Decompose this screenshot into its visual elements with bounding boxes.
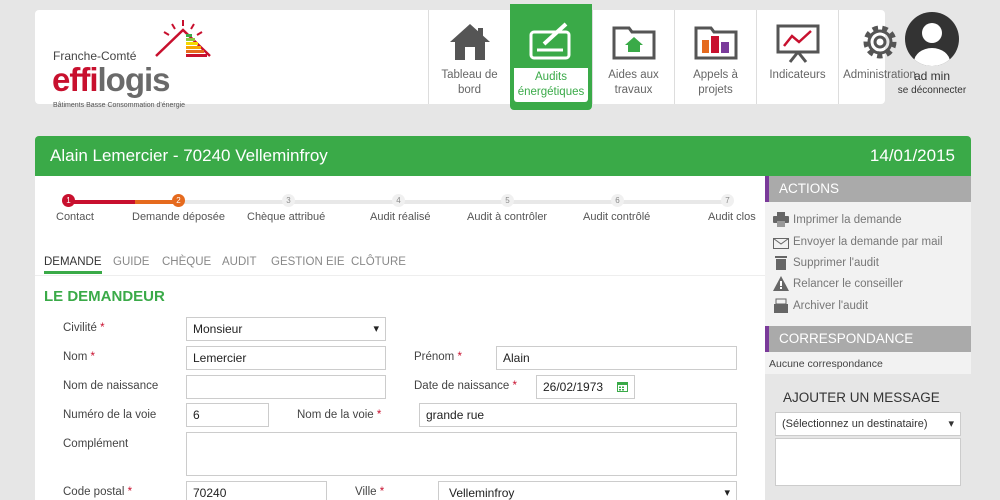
folder-house-icon bbox=[612, 26, 655, 60]
recipient-select[interactable]: (Sélectionnez un destinataire) ▾ bbox=[775, 412, 961, 436]
folder-buildings-icon bbox=[694, 26, 737, 60]
step-label: Audit clos bbox=[708, 211, 756, 223]
step-label: Demande déposée bbox=[132, 211, 225, 223]
step-label: Audit contrôlé bbox=[583, 211, 651, 223]
main-panel: 1 2 3 4 5 6 7 Contact Demande déposée Ch… bbox=[35, 176, 765, 500]
logo-tagline: Bâtiments Basse Consommation d'énergie bbox=[53, 102, 186, 109]
user-silhouette-icon bbox=[914, 23, 950, 66]
audit-banner: Alain Lemercier - 70240 Velleminfroy 14/… bbox=[35, 136, 971, 176]
step-5-dot: 5 bbox=[501, 194, 514, 207]
check-card-icon bbox=[529, 22, 571, 60]
cp-label: Code postal * bbox=[63, 486, 133, 498]
archive-audit-action[interactable]: Archiver l'audit bbox=[773, 298, 868, 313]
section-title: LE DEMANDEUR bbox=[44, 288, 165, 305]
nom-label: Nom * bbox=[63, 351, 95, 363]
chevron-down-icon: ▾ bbox=[948, 418, 954, 430]
num-voie-field[interactable]: 6 bbox=[186, 403, 269, 427]
logout-link[interactable]: se déconnecter bbox=[892, 85, 972, 96]
presentation-chart-icon bbox=[776, 24, 819, 63]
email-request-action[interactable]: Envoyer la demande par mail bbox=[773, 234, 943, 249]
step-label: Audit à contrôler bbox=[467, 211, 548, 223]
warning-icon bbox=[773, 276, 789, 291]
effilogis-logo[interactable]: Franche-Comté effilogis Bâtiments Basse … bbox=[50, 18, 230, 109]
step-4-dot: 4 bbox=[392, 194, 405, 207]
no-correspondence-text: Aucune correspondance bbox=[769, 358, 883, 370]
actions-header: ACTIONS bbox=[765, 176, 971, 202]
civilite-label: Civilité * bbox=[63, 322, 105, 334]
audit-date: 14/01/2015 bbox=[869, 146, 955, 165]
add-message-box: AJOUTER UN MESSAGE (Sélectionnez un dest… bbox=[765, 374, 971, 500]
step-1-dot: 1 bbox=[62, 194, 75, 207]
logo-wordmark: effilogis bbox=[52, 61, 171, 98]
nav-aides-travaux[interactable]: Aides aux travaux bbox=[592, 10, 674, 104]
archive-icon bbox=[774, 298, 788, 313]
delete-audit-action[interactable]: Supprimer l'audit bbox=[773, 255, 879, 270]
step-label: Audit réalisé bbox=[370, 211, 431, 223]
complement-label: Complément bbox=[63, 438, 129, 450]
step-label: Contact bbox=[56, 211, 94, 223]
progress-steps: 1 2 3 4 5 6 7 Contact Demande déposée Ch… bbox=[35, 194, 765, 234]
ville-label: Ville * bbox=[355, 486, 385, 498]
user-menu[interactable]: ad min se déconnecter bbox=[892, 12, 972, 96]
step-2-dot: 2 bbox=[172, 194, 185, 207]
trash-icon bbox=[775, 256, 787, 270]
cp-field[interactable]: 70240 bbox=[186, 481, 327, 500]
correspondance-header: CORRESPONDANCE bbox=[765, 326, 971, 352]
civilite-select[interactable]: Monsieur bbox=[186, 317, 386, 341]
nav-tableau-de-bord[interactable]: Tableau de bord bbox=[428, 10, 510, 104]
nav-indicateurs[interactable]: Indicateurs bbox=[756, 10, 838, 104]
ville-select[interactable]: Velleminfroy bbox=[438, 481, 737, 500]
nom-naissance-field[interactable] bbox=[186, 375, 386, 399]
tab-gestion-eie[interactable]: GESTION EIE bbox=[271, 256, 345, 272]
tab-guide[interactable]: GUIDE bbox=[113, 256, 149, 272]
nom-voie-field[interactable]: grande rue bbox=[419, 403, 737, 427]
side-panel: ACTIONS Imprimer la demande Envoyer la d… bbox=[765, 176, 971, 500]
step-6-dot: 6 bbox=[611, 194, 624, 207]
step-3-dot: 3 bbox=[282, 194, 295, 207]
calendar-icon[interactable] bbox=[617, 381, 628, 392]
nom-naissance-label: Nom de naissance bbox=[63, 380, 159, 392]
date-naissance-value: 26/02/1973 bbox=[543, 380, 604, 394]
add-message-title: AJOUTER UN MESSAGE bbox=[783, 390, 940, 405]
tab-bar: DEMANDE GUIDE CHÈQUE AUDIT GESTION EIE C… bbox=[35, 256, 765, 276]
print-request-action[interactable]: Imprimer la demande bbox=[773, 212, 902, 227]
step-label: Chèque attribué bbox=[247, 211, 326, 223]
printer-icon bbox=[773, 212, 789, 227]
applicant-title: Alain Lemercier - 70240 Velleminfroy bbox=[50, 146, 328, 165]
main-nav: Tableau de bord Audits énergétiques Aides … bbox=[428, 4, 920, 110]
top-header: Franche-Comté effilogis Bâtiments Basse … bbox=[35, 4, 916, 110]
nav-audits-energetiques[interactable]: Audits énergétiques bbox=[510, 4, 592, 110]
tab-cloture[interactable]: CLÔTURE bbox=[351, 256, 406, 272]
step-7-dot: 7 bbox=[721, 194, 734, 207]
nav-appels-projets[interactable]: Appels à projets bbox=[674, 10, 756, 104]
complement-field[interactable] bbox=[186, 432, 737, 476]
house-icon bbox=[449, 24, 490, 60]
date-naissance-label: Date de naissance * bbox=[414, 380, 517, 392]
tab-cheque[interactable]: CHÈQUE bbox=[162, 256, 211, 272]
tab-demande[interactable]: DEMANDE bbox=[44, 256, 102, 274]
prenom-field[interactable]: Alain bbox=[496, 346, 737, 370]
message-textarea[interactable] bbox=[775, 438, 961, 486]
num-voie-label: Numéro de la voie bbox=[63, 409, 157, 421]
remind-advisor-action[interactable]: Relancer le conseiller bbox=[773, 276, 903, 291]
prenom-label: Prénom * bbox=[414, 351, 462, 363]
nom-field[interactable]: Lemercier bbox=[186, 346, 386, 370]
envelope-icon bbox=[773, 238, 789, 249]
user-name: ad min bbox=[913, 69, 951, 83]
nom-voie-label: Nom de la voie * bbox=[297, 409, 382, 421]
date-naissance-field[interactable]: 26/02/1973 bbox=[536, 375, 635, 399]
avatar bbox=[905, 12, 959, 66]
tab-audit[interactable]: AUDIT bbox=[222, 256, 257, 272]
